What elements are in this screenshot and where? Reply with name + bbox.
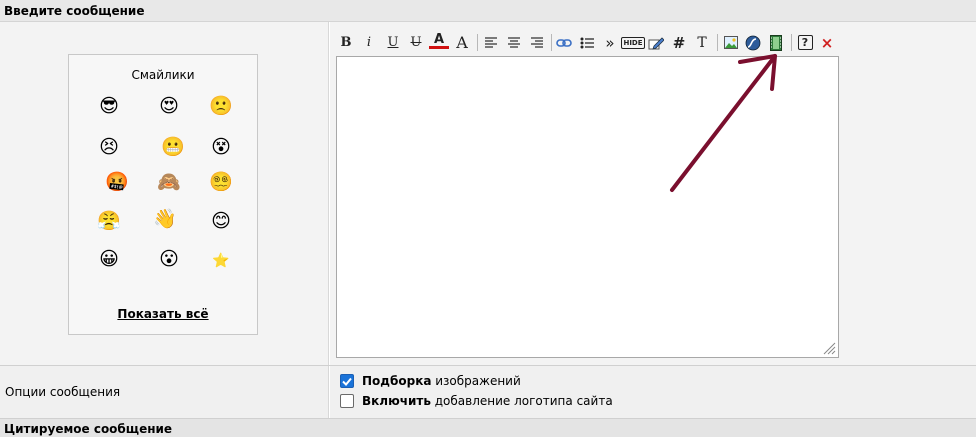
option-bold-text: Подборка — [362, 374, 432, 388]
option-image-gallery[interactable]: Подборка изображений — [340, 374, 521, 388]
option-text: добавление логотипа сайта — [430, 394, 613, 408]
annotation-arrow — [670, 54, 777, 192]
smiley-fight[interactable]: 🤬 — [104, 169, 130, 195]
link-icon — [556, 38, 572, 47]
smiley-star[interactable]: ⭐ — [208, 248, 234, 274]
smiley-sad[interactable]: 🙁 — [208, 93, 234, 119]
smiley-dizzy[interactable]: 😵 — [208, 134, 234, 160]
toolbar-separator — [551, 34, 552, 51]
options-cell: Подборка изображений Включить добавление… — [330, 366, 976, 418]
show-all-smilies-link[interactable]: Показать всё — [69, 307, 257, 321]
image-gallery-checkbox[interactable] — [340, 374, 354, 388]
font-color-button[interactable]: A — [429, 32, 449, 49]
close-button[interactable]: × — [817, 32, 837, 53]
smiley-angry[interactable]: 😤 — [96, 208, 122, 234]
smiley-surprised[interactable]: 😮 — [156, 246, 182, 272]
toolbar-separator — [791, 34, 792, 51]
bold-button[interactable]: B — [336, 32, 356, 53]
align-left-icon — [485, 37, 497, 48]
strikethrough-button[interactable]: U — [406, 32, 426, 53]
align-right-button[interactable] — [527, 32, 547, 53]
smiley-thinking[interactable]: 😣 — [96, 134, 122, 160]
align-center-button[interactable] — [504, 32, 524, 53]
quoted-message-title: Цитируемое сообщение — [4, 422, 173, 436]
quoted-message-header: Цитируемое сообщение — [0, 418, 976, 437]
list-icon — [580, 37, 594, 48]
option-text: изображений — [431, 374, 521, 388]
hide-label: HIDE — [621, 36, 645, 49]
align-right-icon — [531, 37, 543, 48]
smiley-hide[interactable]: 🙈 — [156, 169, 182, 195]
smiley-wave[interactable]: 👋 — [152, 206, 178, 232]
options-label: Опции сообщения — [5, 385, 121, 399]
help-button[interactable]: ? — [795, 32, 815, 53]
toolbar-separator — [477, 34, 478, 51]
align-left-button[interactable] — [481, 32, 501, 53]
align-center-icon — [508, 37, 520, 48]
help-label: ? — [797, 35, 813, 50]
section-title: Введите сообщение — [4, 4, 145, 18]
smiley-cheer[interactable]: 😀 — [96, 246, 122, 272]
smilies-cell: Смайлики 😎 😍 🙁 😣 😬 😵 🤬 🙈 😵‍💫 😤 👋 😊 😀 😮 ⭐… — [0, 22, 329, 365]
resize-grip-icon[interactable] — [822, 341, 836, 355]
site-logo-checkbox[interactable] — [340, 394, 354, 408]
italic-button[interactable]: i — [359, 32, 379, 53]
list-button[interactable] — [577, 32, 597, 53]
quote-button[interactable]: » — [600, 32, 620, 53]
hide-button[interactable]: HIDE — [621, 32, 645, 53]
check-icon — [342, 377, 352, 386]
smiley-crazy[interactable]: 😵‍💫 — [208, 169, 234, 195]
smiley-cool[interactable]: 😎 — [96, 93, 122, 119]
underline-button[interactable]: U — [383, 32, 403, 53]
smilies-panel: Смайлики 😎 😍 🙁 😣 😬 😵 🤬 🙈 😵‍💫 😤 👋 😊 😀 😮 ⭐… — [68, 54, 258, 335]
smiley-girl[interactable]: 😊 — [208, 208, 234, 234]
smiley-love[interactable]: 😍 — [156, 93, 182, 119]
section-header: Введите сообщение — [0, 0, 976, 22]
smiley-gun[interactable]: 😬 — [160, 134, 186, 160]
option-site-logo[interactable]: Включить добавление логотипа сайта — [340, 394, 613, 408]
option-bold-text: Включить — [362, 394, 431, 408]
link-button[interactable] — [554, 32, 574, 53]
smilies-title: Смайлики — [131, 68, 195, 82]
font-size-button[interactable]: A — [452, 32, 472, 53]
options-label-cell: Опции сообщения — [0, 366, 329, 418]
